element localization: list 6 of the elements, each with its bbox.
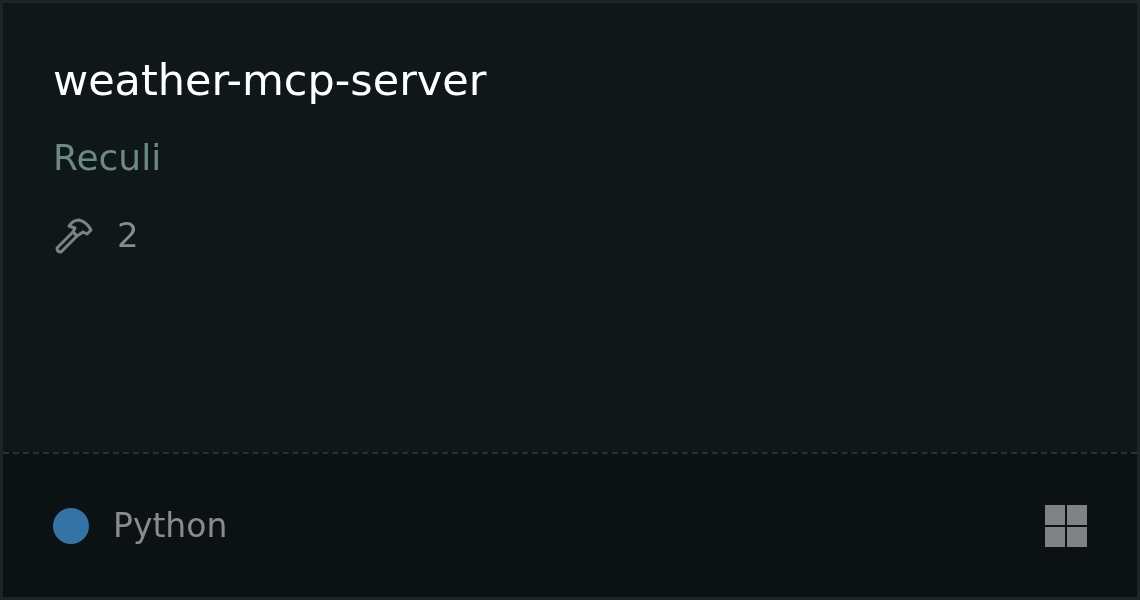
- server-title: weather-mcp-server: [53, 59, 487, 102]
- tool-count: 2: [117, 218, 139, 252]
- language-name: Python: [113, 506, 229, 545]
- hammer-icon: [53, 216, 93, 254]
- windows-icon: [1045, 504, 1087, 547]
- author-name: Reculi: [53, 140, 162, 176]
